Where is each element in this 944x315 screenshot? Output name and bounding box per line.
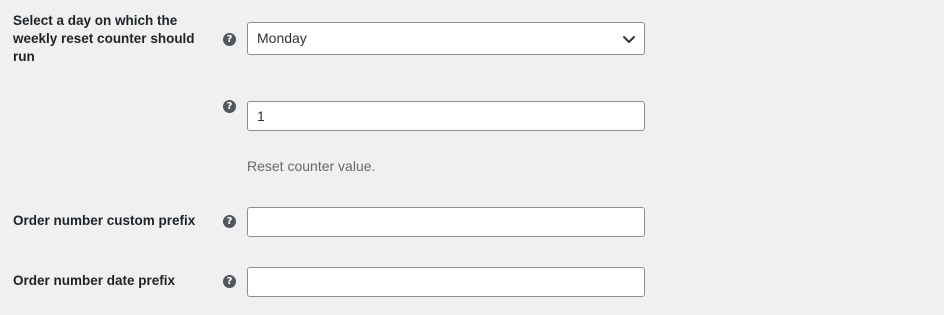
help-icon[interactable]: ?: [223, 33, 236, 46]
chevron-down-icon: [623, 36, 635, 43]
date-prefix-input[interactable]: [247, 267, 645, 297]
help-icon[interactable]: ?: [223, 100, 236, 113]
weekly-reset-day-selected: Monday: [257, 30, 307, 46]
weekly-reset-day-select[interactable]: Monday: [247, 22, 645, 55]
custom-prefix-input[interactable]: [247, 207, 645, 237]
weekly-reset-day-label: Select a day on which the weekly reset c…: [13, 13, 195, 64]
reset-counter-input[interactable]: [247, 101, 645, 131]
help-icon[interactable]: ?: [223, 215, 236, 228]
reset-counter-description: Reset counter value.: [247, 158, 376, 174]
custom-prefix-label: Order number custom prefix: [13, 213, 196, 228]
help-icon[interactable]: ?: [223, 275, 236, 288]
date-prefix-label: Order number date prefix: [13, 273, 176, 288]
